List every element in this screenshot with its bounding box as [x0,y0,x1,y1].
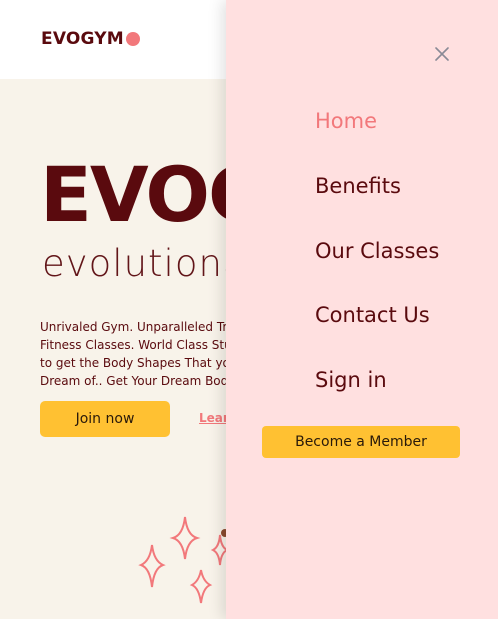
close-menu-button[interactable] [432,44,452,64]
nav-item-home[interactable]: Home [315,109,377,133]
logo[interactable]: EVOGYM [41,29,140,49]
nav-item-benefits[interactable]: Benefits [315,174,401,198]
nav-item-contact-us[interactable]: Contact Us [315,303,430,327]
close-icon [435,47,449,61]
sparkles-icon [138,516,230,604]
logo-text: EVOGYM [41,29,124,49]
logo-dot-icon [125,32,140,46]
nav-item-our-classes[interactable]: Our Classes [315,239,439,263]
nav-item-sign-in[interactable]: Sign in [315,368,387,392]
become-member-button[interactable]: Become a Member [262,426,460,458]
join-now-button[interactable]: Join now [40,401,170,437]
